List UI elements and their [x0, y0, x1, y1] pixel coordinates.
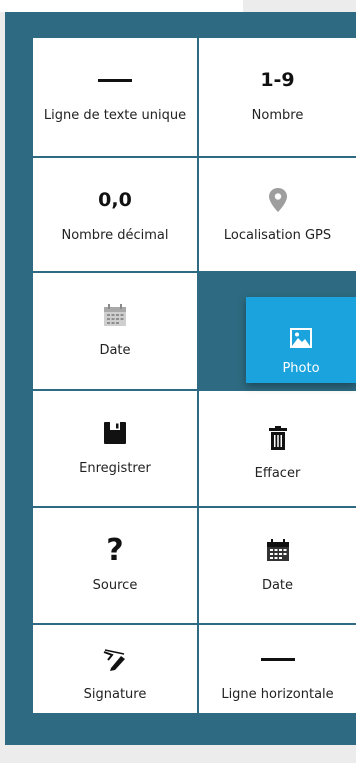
field-label: Date	[261, 578, 294, 593]
horizontal-line-icon	[260, 657, 295, 661]
trash-icon	[268, 426, 287, 450]
field-number[interactable]: 1-9 Nombre	[199, 38, 356, 156]
image-icon	[290, 328, 312, 348]
field-clear[interactable]: Effacer	[199, 391, 356, 506]
field-date-2[interactable]: Date	[199, 508, 356, 623]
field-label: Date	[99, 343, 131, 358]
field-horizontal-line[interactable]: Ligne horizontale	[199, 625, 356, 713]
floppy-disk-icon	[104, 422, 126, 444]
top-tab	[0, 0, 243, 12]
question-mark-icon: ?	[106, 532, 124, 568]
field-save[interactable]: Enregistrer	[33, 391, 197, 506]
horizontal-line-icon	[98, 78, 132, 82]
field-signature[interactable]: Signature	[33, 625, 197, 713]
field-label: Ligne horizontale	[221, 687, 334, 702]
field-single-line-text[interactable]: Ligne de texte unique	[33, 38, 197, 156]
field-label: Nombre	[251, 108, 304, 123]
number-icon: 1-9	[260, 69, 295, 91]
field-label: Nombre décimal	[61, 228, 169, 243]
decimal-icon: 0,0	[98, 189, 132, 211]
field-gps-location[interactable]: Localisation GPS	[199, 158, 356, 271]
field-label: Signature	[83, 687, 147, 702]
field-label: Source	[92, 578, 138, 593]
field-label: Effacer	[254, 466, 301, 481]
field-label: Ligne de texte unique	[43, 108, 187, 123]
calendar-icon	[104, 304, 126, 326]
field-decimal-number[interactable]: 0,0 Nombre décimal	[33, 158, 197, 271]
photo-field-dragging[interactable]: Photo	[246, 297, 356, 383]
photo-label: Photo	[282, 361, 320, 376]
field-label: Localisation GPS	[223, 228, 332, 243]
field-source[interactable]: ? Source	[33, 508, 197, 623]
field-label: Enregistrer	[79, 461, 151, 476]
field-date[interactable]: Date	[33, 273, 197, 389]
calendar-icon	[266, 539, 289, 561]
pen-signature-icon	[103, 649, 125, 671]
map-pin-icon	[268, 188, 287, 212]
